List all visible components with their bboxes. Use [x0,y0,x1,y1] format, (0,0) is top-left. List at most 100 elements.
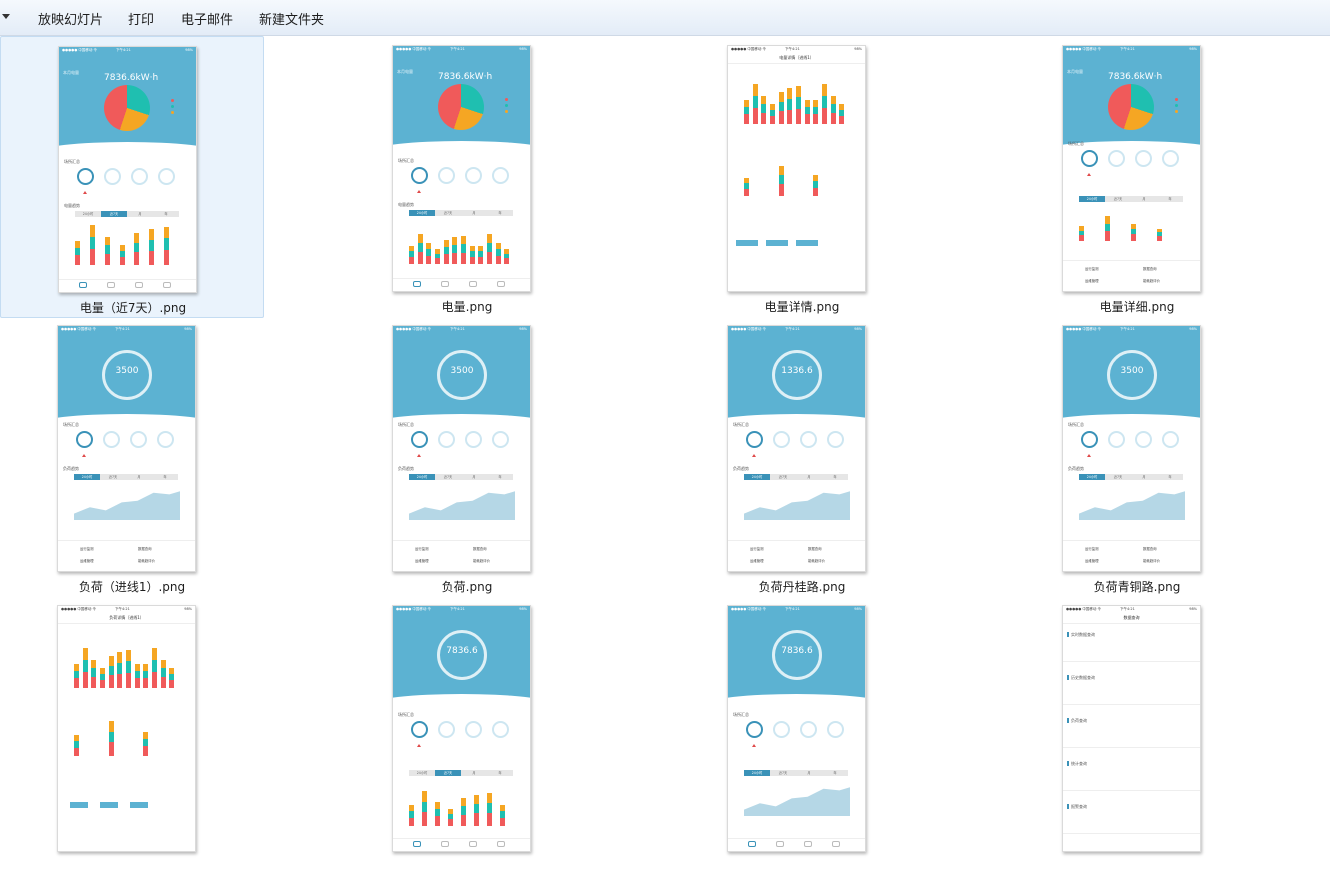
segment-option[interactable]: 近7天 [100,474,126,480]
menu-item[interactable]: 运行监测 [80,546,94,551]
query-item[interactable]: 统计查询 [1071,761,1087,767]
query-item[interactable]: 历史数据查询 [1071,675,1095,681]
file-thumbnail[interactable]: ●●●●● 中国移动 令 下午4:21 98% 7836.6kW·h 本月电量 场所汇总电… [58,46,197,293]
segment-option[interactable]: 24小时 [744,770,770,776]
file-tile[interactable]: ●●●●● 中国移动 令 下午4:21 98% 7836.6kW·h 本月电量 场所汇总电… [0,36,264,318]
menu-item[interactable]: 运维管理 [1085,278,1099,283]
file-thumbnail[interactable]: ●●●●● 中国移动 令 下午4:21 98% 数据查询 实时数据查询 历史数据查询 负荷查… [1062,605,1201,852]
menu-item[interactable]: 运维管理 [750,558,764,563]
file-name[interactable]: 电量详细.png [1005,298,1269,315]
segment-option[interactable]: 月 [126,474,152,480]
menu-item[interactable]: 能耗趋评价 [1143,278,1160,283]
segment-option[interactable]: 近7天 [770,770,796,776]
query-item[interactable]: 报警查询 [1071,804,1087,810]
segment-option[interactable]: 月 [461,210,487,216]
menu-item[interactable]: 运行监测 [1085,546,1099,551]
file-name[interactable]: 电量.png [335,298,599,315]
file-tile[interactable]: ●●●●● 中国移动 令 下午4:21 98% 3500 场所汇总 负荷趋势 24小时 近7天… [0,316,264,598]
menu-item[interactable]: 能耗趋评价 [473,558,490,563]
segment-option[interactable]: 月 [1131,474,1157,480]
segment-option[interactable]: 24小时 [744,474,770,480]
file-name[interactable]: 负荷.png [335,578,599,595]
segment-option[interactable]: 近7天 [770,474,796,480]
action-button[interactable] [736,240,758,246]
segment-option[interactable]: 月 [796,474,822,480]
file-thumbnail[interactable]: ●●●●● 中国移动 令 下午4:21 98% 7836.6 场所汇总 24小时 近7天月年 [727,605,866,852]
segment-option[interactable]: 年 [487,770,513,776]
segment-option[interactable]: 月 [1131,196,1157,202]
print-button[interactable]: 打印 [128,9,154,28]
action-button[interactable] [70,802,88,808]
segment-option[interactable]: 近7天 [1105,196,1131,202]
menu-item[interactable]: 运行监测 [1085,266,1099,271]
file-thumbnail[interactable]: ●●●●● 中国移动 令 下午4:21 98% 3500 场所汇总 负荷趋势 24小时 近7天… [57,325,196,572]
segment-option[interactable]: 24小时 [409,770,435,776]
menu-item[interactable]: 能耗趋评价 [1143,558,1160,563]
file-thumbnail[interactable]: ●●●●● 中国移动 令 下午4:21 98% 7836.6kW·h 本月电量 场所汇总 2… [1062,45,1201,292]
segment-option[interactable]: 月 [461,474,487,480]
file-name[interactable]: 负荷青铜路.png [1005,578,1269,595]
file-name[interactable]: 负荷（进线1）.png [0,578,264,595]
segment-option[interactable]: 年 [822,770,848,776]
segment-option[interactable]: 年 [1157,474,1183,480]
file-name[interactable]: 电量（近7天）.png [1,299,265,316]
segment-option[interactable]: 近7天 [435,210,461,216]
action-button[interactable] [130,802,148,808]
file-tile[interactable]: ●●●●● 中国移动 令 下午4:21 98% 7836.6 场所汇总 24小时 近7天月年 [335,596,599,878]
file-tile[interactable]: ●●●●● 中国移动 令 下午4:21 98% 1336.6 场所汇总 负荷趋势 24小时近… [670,316,934,598]
file-thumbnail[interactable]: ●●●●● 中国移动 令 下午4:21 98% 3500 场所汇总 负荷趋势 24小时 近7天… [1062,325,1201,572]
segment-option[interactable]: 24小时 [74,474,100,480]
menu-item[interactable]: 能耗趋评价 [138,558,155,563]
segment-option[interactable]: 近7天 [435,474,461,480]
segment-option[interactable]: 月 [461,770,487,776]
file-thumbnail[interactable]: ●●●●● 中国移动 令 下午4:21 98% 电量详情（进线1） [727,45,866,292]
menu-item[interactable]: 运维管理 [80,558,94,563]
file-tile[interactable]: ●●●●● 中国移动 令 下午4:21 98% 3500 场所汇总 负荷趋势 24小时 近7天… [1005,316,1269,598]
action-button[interactable] [766,240,788,246]
action-button[interactable] [100,802,118,808]
segment-option[interactable]: 年 [822,474,848,480]
segment-option[interactable]: 年 [487,474,513,480]
query-item[interactable]: 负荷查询 [1071,718,1087,724]
query-item[interactable]: 实时数据查询 [1071,632,1095,638]
file-tile[interactable]: ●●●●● 中国移动 令 下午4:21 98% 数据查询 实时数据查询 历史数据查询 负荷查… [1005,596,1269,878]
menu-item[interactable]: 数据查询 [808,546,822,551]
menu-item[interactable]: 运行监测 [750,546,764,551]
file-tile[interactable]: ●●●●● 中国移动 令 下午4:21 98% 3500 场所汇总 负荷趋势 24小时 近7天… [335,316,599,598]
new-folder-button[interactable]: 新建文件夹 [259,9,324,28]
segment-option[interactable]: 年 [152,474,178,480]
menu-item[interactable]: 运行监测 [415,546,429,551]
file-tile[interactable]: ●●●●● 中国移动 令 下午4:21 98% 7836.6kW·h 本月电量 场所汇总 2… [1005,36,1269,318]
file-thumbnail[interactable]: ●●●●● 中国移动 令 下午4:21 98% 7836.6kW·h 本月电量 场所汇总电… [392,45,531,292]
segment-option[interactable]: 近7天 [1105,474,1131,480]
segment-option[interactable]: 24小时 [409,474,435,480]
segment-option[interactable]: 年 [153,211,179,217]
menu-item[interactable]: 数据查询 [1143,546,1157,551]
dropdown-arrow-icon[interactable] [2,14,10,19]
segment-option[interactable]: 年 [487,210,513,216]
segment-option[interactable]: 24小时 [1079,196,1105,202]
menu-item[interactable]: 数据查询 [473,546,487,551]
file-tile[interactable]: ●●●●● 中国移动 令 下午4:21 98% 负荷详情（进线1） [0,596,264,878]
menu-item[interactable]: 运维管理 [415,558,429,563]
segment-option[interactable]: 月 [127,211,153,217]
file-thumbnail[interactable]: ●●●●● 中国移动 令 下午4:21 98% 负荷详情（进线1） [57,605,196,852]
menu-item[interactable]: 数据查询 [138,546,152,551]
segment-option[interactable]: 年 [1157,196,1183,202]
segment-option[interactable]: 近7天 [435,770,461,776]
file-thumbnail[interactable]: ●●●●● 中国移动 令 下午4:21 98% 1336.6 场所汇总 负荷趋势 24小时近… [727,325,866,572]
segment-option[interactable]: 月 [796,770,822,776]
file-tile[interactable]: ●●●●● 中国移动 令 下午4:21 98% 电量详情（进线1） 电量详情.png [670,36,934,318]
file-thumbnail[interactable]: ●●●●● 中国移动 令 下午4:21 98% 7836.6 场所汇总 24小时 近7天月年 [392,605,531,852]
menu-item[interactable]: 运维管理 [1085,558,1099,563]
menu-item[interactable]: 能耗趋评价 [808,558,825,563]
email-button[interactable]: 电子邮件 [181,9,233,28]
segment-option[interactable]: 24小时 [409,210,435,216]
slideshow-button[interactable]: 放映幻灯片 [38,9,103,28]
segment-option[interactable]: 24小时 [75,211,101,217]
file-thumbnail[interactable]: ●●●●● 中国移动 令 下午4:21 98% 3500 场所汇总 负荷趋势 24小时 近7天… [392,325,531,572]
file-name[interactable]: 负荷丹桂路.png [670,578,934,595]
file-name[interactable]: 电量详情.png [670,298,934,315]
segment-option[interactable]: 24小时 [1079,474,1105,480]
menu-item[interactable]: 数据查询 [1143,266,1157,271]
